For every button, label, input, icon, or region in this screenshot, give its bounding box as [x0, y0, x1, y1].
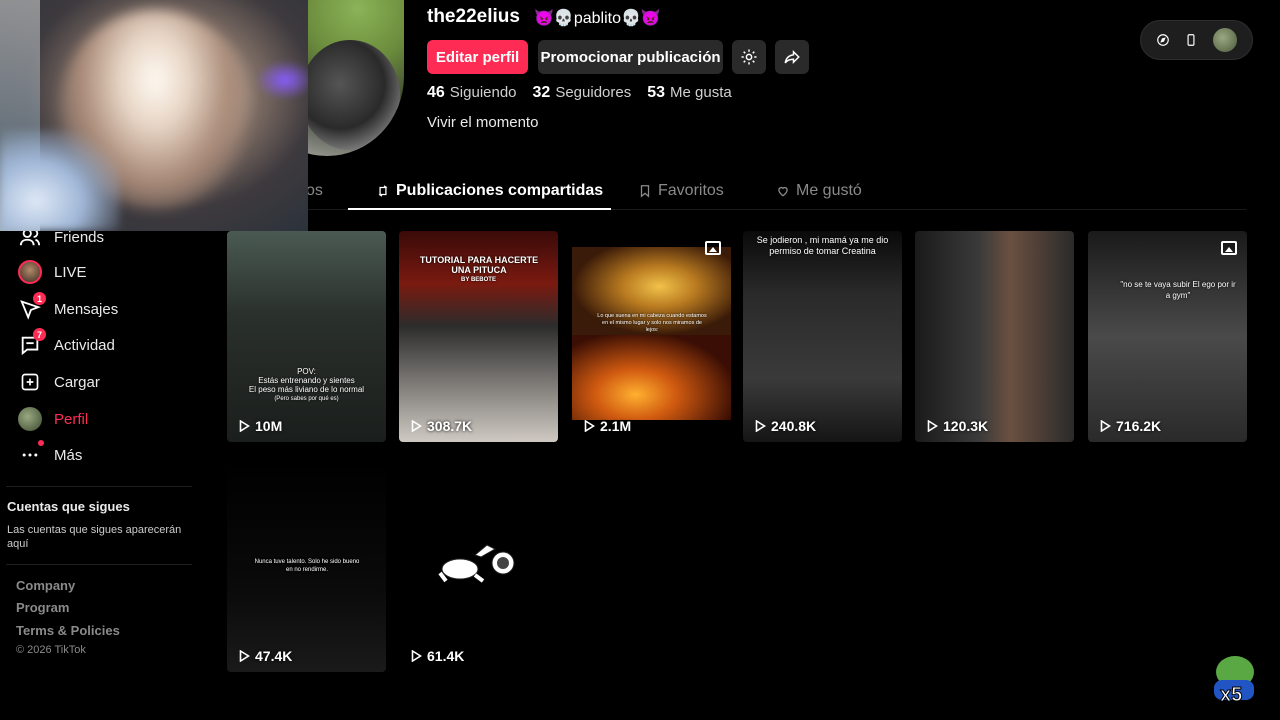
tab-favorites[interactable]: Favoritos [638, 182, 724, 200]
footer-program[interactable]: Program [16, 600, 69, 615]
view-count: 10M [239, 418, 282, 434]
compass-icon[interactable] [1156, 33, 1170, 47]
photo-icon [1221, 241, 1237, 255]
messages-badge: 1 [33, 292, 46, 305]
activity-badge: 7 [33, 328, 46, 341]
more-dot [38, 440, 44, 446]
webcam-overlay [0, 0, 308, 231]
view-count: 240.8K [755, 418, 816, 434]
play-icon [411, 650, 422, 662]
footer-terms[interactable]: Terms & Policies [16, 623, 120, 638]
top-right-controls [1140, 20, 1253, 60]
play-icon [239, 420, 250, 432]
card-caption: "no se te vaya subir El ego por ir a gym… [1120, 280, 1236, 300]
view-count: 120.3K [927, 418, 988, 434]
following-title: Cuentas que sigues [7, 499, 130, 514]
card-caption: Se jodieron , mi mamá ya me dio permiso … [756, 235, 889, 256]
sidebar-item-more[interactable]: Más [18, 440, 82, 467]
view-count: 47.4K [239, 648, 292, 664]
view-count: 308.7K [411, 418, 472, 434]
settings-button[interactable] [732, 40, 766, 74]
edit-profile-button[interactable]: Editar perfil [427, 40, 528, 74]
sidebar-item-profile[interactable]: Perfil [18, 407, 88, 431]
user-avatar[interactable] [1212, 28, 1237, 52]
video-card[interactable]: 120.3K [915, 231, 1074, 442]
gear-icon [741, 49, 757, 65]
phone-icon[interactable] [1184, 33, 1198, 47]
sidebar-divider [6, 486, 192, 487]
promote-post-button[interactable]: Promocionar publicación [538, 40, 723, 74]
repost-icon [378, 185, 388, 197]
view-count: 2.1M [584, 418, 631, 434]
frog-sticker-icon: x5 [1212, 654, 1258, 710]
card-caption: Lo que suena en mi cabeza cuando estamos… [597, 313, 707, 333]
video-card[interactable]: TUTORIAL PARA HACERTE UNA PITUCA BY BEBO… [399, 231, 558, 442]
heart-icon [778, 186, 788, 197]
card-subtitle: BY BEBOTE [461, 277, 496, 283]
tab-videos[interactable]: os [306, 182, 323, 200]
view-count: 716.2K [1100, 418, 1161, 434]
profile-tabs: os Publicaciones compartidas Favoritos M… [226, 176, 1246, 210]
play-icon [584, 420, 595, 432]
card-caption: (Pero sabes por qué es) [274, 396, 339, 402]
copyright: © 2026 TikTok [16, 644, 86, 656]
share-profile-button[interactable] [775, 40, 809, 74]
likes-stat: 53 Me gusta [647, 84, 732, 101]
video-card[interactable]: Nunca tuve talento. Solo he sido bueno e… [227, 461, 386, 672]
play-icon [755, 420, 766, 432]
play-icon [411, 420, 422, 432]
share-icon [784, 49, 800, 65]
bookmark-icon [640, 185, 650, 198]
play-icon [927, 420, 938, 432]
profile-stats: 46 Siguiendo 32 Seguidores 53 Me gusta [427, 84, 732, 102]
astronaut-illustration [438, 544, 515, 583]
active-tab-indicator [348, 208, 611, 210]
play-icon [1100, 420, 1111, 432]
upload-plus-icon [21, 373, 39, 391]
live-avatar-icon [18, 260, 42, 284]
view-count: 61.4K [411, 648, 464, 664]
photo-icon [705, 241, 721, 255]
profile-username: the22elius [427, 6, 520, 27]
tab-reposts[interactable]: Publicaciones compartidas [376, 182, 603, 200]
video-card[interactable]: POV: Estás entrenando y sientes El peso … [227, 231, 386, 442]
video-card[interactable]: 61.4K [399, 461, 558, 672]
card-title: TUTORIAL PARA HACERTE UNA PITUCA [419, 255, 539, 275]
footer-company[interactable]: Company [16, 578, 75, 593]
profile-avatar-icon [18, 407, 42, 431]
following-description: Las cuentas que sigues aparecerán aquí [7, 524, 182, 550]
video-card[interactable]: Se jodieron , mi mamá ya me dio permiso … [743, 231, 902, 442]
photo-card[interactable]: Lo que suena en mi cabeza cuando estamos… [572, 231, 731, 442]
card-caption: Nunca tuve talento. Solo he sido bueno e… [254, 559, 360, 573]
sidebar-item-live[interactable]: LIVE [18, 260, 87, 284]
following-stat[interactable]: 46 Siguiendo [427, 84, 517, 102]
sidebar-item-messages[interactable]: 1 Mensajes [18, 292, 118, 321]
profile-nickname: 👿💀pablito💀👿 [534, 10, 661, 27]
tab-liked[interactable]: Me gustó [776, 182, 862, 200]
sidebar-item-activity[interactable]: 7 Actividad [18, 328, 115, 357]
sticker-badge: x5 [1219, 684, 1243, 707]
photo-card[interactable]: "no se te vaya subir El ego por ir a gym… [1088, 231, 1247, 442]
sidebar-divider [6, 564, 192, 565]
play-icon [239, 650, 250, 662]
followers-stat[interactable]: 32 Seguidores [533, 84, 632, 102]
more-dots-icon [22, 453, 38, 457]
profile-bio: Vivir el momento [427, 114, 539, 131]
sidebar-item-upload[interactable]: Cargar [18, 370, 100, 394]
